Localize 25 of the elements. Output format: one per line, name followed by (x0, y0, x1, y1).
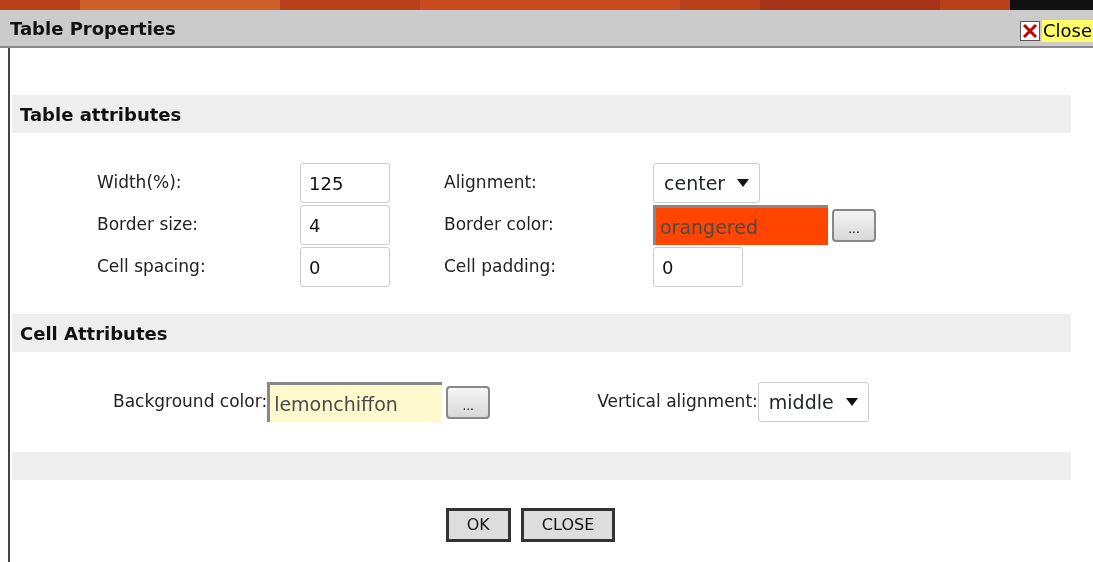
section-header: Cell Attributes (12, 314, 1071, 352)
color-picker-button[interactable]: ... (446, 385, 491, 419)
color-field[interactable]: lemonchiffon (267, 382, 443, 422)
color-picker-button[interactable]: ... (832, 208, 876, 242)
text-field[interactable]: 125 (300, 163, 390, 203)
field-label: Cell padding: (444, 255, 557, 279)
dialog-button[interactable]: OK (445, 508, 511, 542)
caret-icon (737, 179, 750, 187)
section-header: Table attributes (12, 95, 1071, 133)
text-field[interactable]: 0 (300, 247, 390, 287)
dialog-button[interactable]: CLOSE (520, 508, 616, 542)
field-label: Border color: (444, 213, 555, 237)
field-label: Width(%): (97, 171, 183, 195)
text-field[interactable]: 0 (653, 247, 743, 287)
caret-icon (845, 398, 858, 406)
dropdown[interactable]: center (653, 163, 761, 203)
window-title: Table Properties (10, 16, 176, 41)
field-label: Vertical alignment: (597, 390, 758, 414)
field-label: Background color: (113, 390, 268, 414)
close-icon (1019, 21, 1040, 41)
field-label: Alignment: (444, 171, 538, 195)
field-label: Cell spacing: (97, 255, 207, 279)
field-label: Border size: (97, 213, 200, 237)
dropdown[interactable]: middle (757, 382, 869, 422)
text-field[interactable]: 4 (300, 205, 390, 245)
